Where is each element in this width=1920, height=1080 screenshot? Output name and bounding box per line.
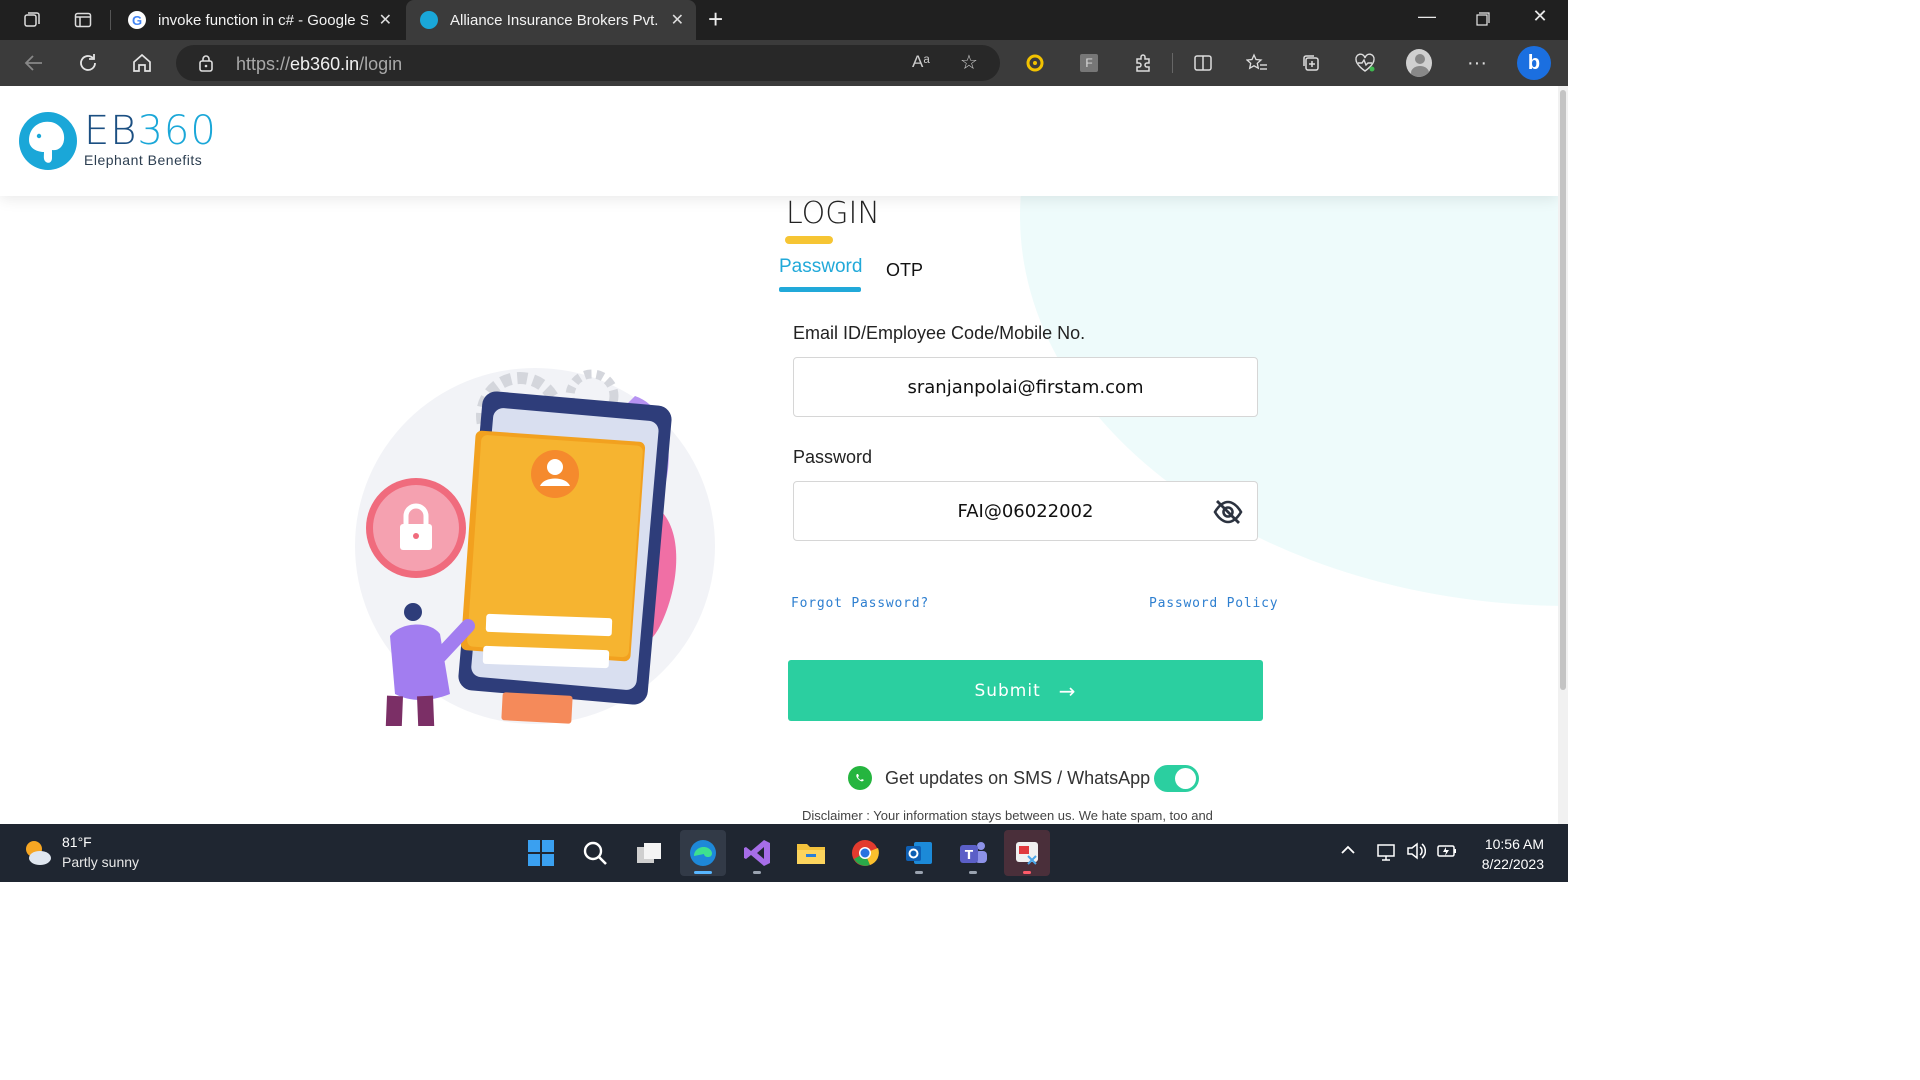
weather-temperature[interactable]: 81°F: [62, 834, 92, 850]
email-value: sranjanpolai@firstam.com: [907, 376, 1144, 398]
tab-otp[interactable]: OTP: [886, 260, 923, 281]
disclaimer-text: Disclaimer : Your information stays betw…: [802, 808, 1213, 823]
running-indicator: [915, 871, 923, 874]
site-header: EB360 Elephant Benefits: [0, 86, 1558, 196]
scrollbar-thumb[interactable]: [1560, 90, 1566, 690]
logo-360: 360: [137, 108, 217, 154]
more-options-icon[interactable]: ···: [1464, 50, 1490, 76]
tab-actions-icon[interactable]: [71, 8, 95, 32]
battery-icon[interactable]: [1436, 842, 1458, 865]
profile-avatar-icon[interactable]: [1406, 49, 1432, 77]
tab-title: Alliance Insurance Brokers Pvt. Lt: [450, 11, 660, 29]
toggle-knob: [1175, 768, 1196, 789]
google-icon: G: [128, 11, 146, 29]
active-tab-indicator: [779, 287, 861, 292]
close-icon[interactable]: ✕: [379, 10, 392, 30]
updates-row: Get updates on SMS / WhatsApp: [848, 766, 1150, 790]
workspaces-icon[interactable]: [20, 8, 44, 32]
tab-password[interactable]: Password: [779, 256, 862, 278]
extension-f-icon[interactable]: F: [1076, 50, 1102, 76]
tab-google-search[interactable]: G invoke function in c# - Google Se ✕: [114, 0, 404, 40]
system-clock[interactable]: 10:56 AM 8/22/2023: [1482, 834, 1544, 874]
url-text[interactable]: https://eb360.in/login: [236, 54, 402, 75]
running-indicator: [969, 871, 977, 874]
collections-icon[interactable]: [1298, 50, 1324, 76]
browser-tab-bar: G invoke function in c# - Google Se ✕ Al…: [0, 0, 1568, 40]
task-view-icon[interactable]: [626, 830, 672, 876]
restore-icon[interactable]: [1469, 6, 1497, 31]
address-toolbar: https://eb360.in/login Aᵃ ☆ F ··· b: [0, 40, 1568, 86]
logo-eb: EB: [84, 108, 138, 154]
refresh-icon[interactable]: [74, 49, 102, 77]
network-icon[interactable]: [1376, 842, 1398, 867]
favorite-star-icon[interactable]: ☆: [960, 50, 978, 75]
chrome-icon[interactable]: [842, 830, 888, 876]
clock-time: 10:56 AM: [1484, 836, 1544, 852]
visual-studio-icon[interactable]: [734, 830, 780, 876]
updates-toggle[interactable]: [1154, 765, 1199, 792]
address-bar[interactable]: https://eb360.in/login Aᵃ ☆: [176, 45, 1000, 81]
teams-icon[interactable]: T: [950, 830, 996, 876]
file-explorer-icon[interactable]: [788, 830, 834, 876]
windows-taskbar: 81°F Partly sunny T 10:56 AM 8/22/2023: [0, 824, 1568, 882]
url-domain: eb360.in: [290, 54, 360, 74]
running-indicator: [1023, 871, 1031, 874]
search-icon[interactable]: [572, 830, 618, 876]
bing-chat-icon[interactable]: b: [1516, 45, 1552, 81]
edge-app-icon[interactable]: [680, 830, 726, 876]
login-illustration: [350, 356, 720, 797]
lock-icon[interactable]: [198, 54, 214, 77]
chevron-up-icon[interactable]: [1340, 842, 1356, 860]
submit-label: Submit: [974, 680, 1041, 701]
snipping-tool-icon[interactable]: [1004, 830, 1050, 876]
extensions-puzzle-icon[interactable]: [1130, 50, 1156, 76]
elephant-logo-icon[interactable]: [17, 110, 79, 177]
start-button[interactable]: [518, 830, 564, 876]
arrow-right-icon: →: [1058, 678, 1077, 703]
updates-label: Get updates on SMS / WhatsApp: [885, 767, 1151, 788]
new-tab-icon[interactable]: +: [708, 4, 723, 35]
submit-button[interactable]: Submit →: [788, 660, 1263, 721]
close-icon[interactable]: ✕: [671, 10, 684, 30]
url-path: /login: [359, 54, 403, 74]
browser-essentials-icon[interactable]: [1352, 50, 1378, 76]
email-field[interactable]: sranjanpolai@firstam.com: [793, 357, 1258, 417]
home-icon[interactable]: [128, 49, 156, 77]
tab-divider: [110, 10, 111, 30]
eye-slash-icon[interactable]: [1213, 499, 1243, 525]
whatsapp-icon: [848, 766, 872, 790]
read-aloud-icon[interactable]: Aᵃ: [912, 52, 930, 72]
back-icon[interactable]: [20, 49, 48, 77]
password-value: FAI@06022002: [957, 500, 1094, 522]
eb360-favicon-icon: [420, 11, 438, 29]
extension-circle-icon[interactable]: [1022, 50, 1048, 76]
logo-wordmark[interactable]: EB360: [84, 108, 217, 154]
logo-tagline: Elephant Benefits: [84, 152, 203, 168]
password-label: Password: [793, 447, 873, 467]
url-prefix: https://: [236, 54, 291, 74]
password-field[interactable]: FAI@06022002: [793, 481, 1258, 541]
minimize-icon[interactable]: —: [1413, 6, 1441, 27]
email-label: Email ID/Employee Code/Mobile No.: [793, 323, 1086, 343]
svg-text:T: T: [965, 848, 974, 862]
favorites-icon[interactable]: [1244, 50, 1270, 76]
forgot-password-link[interactable]: Forgot Password?: [791, 596, 929, 611]
page-viewport: EB360 Elephant Benefits LOGIN Password O…: [0, 86, 1558, 824]
title-underline: [785, 236, 833, 244]
split-screen-icon[interactable]: [1190, 50, 1216, 76]
outlook-icon[interactable]: [896, 830, 942, 876]
password-policy-link[interactable]: Password Policy: [1149, 596, 1278, 611]
clock-date: 8/22/2023: [1481, 856, 1544, 872]
toolbar-divider: [1172, 53, 1173, 73]
tab-alliance-insurance[interactable]: Alliance Insurance Brokers Pvt. Lt ✕: [406, 0, 696, 40]
tab-title: invoke function in c# - Google Se: [158, 11, 368, 29]
volume-icon[interactable]: [1406, 842, 1427, 865]
partly-sunny-icon[interactable]: [20, 836, 54, 875]
running-indicator: [753, 871, 761, 874]
login-title: LOGIN: [786, 196, 880, 231]
window-close-icon[interactable]: ✕: [1526, 6, 1554, 27]
active-indicator: [694, 871, 712, 874]
weather-condition[interactable]: Partly sunny: [62, 854, 139, 870]
